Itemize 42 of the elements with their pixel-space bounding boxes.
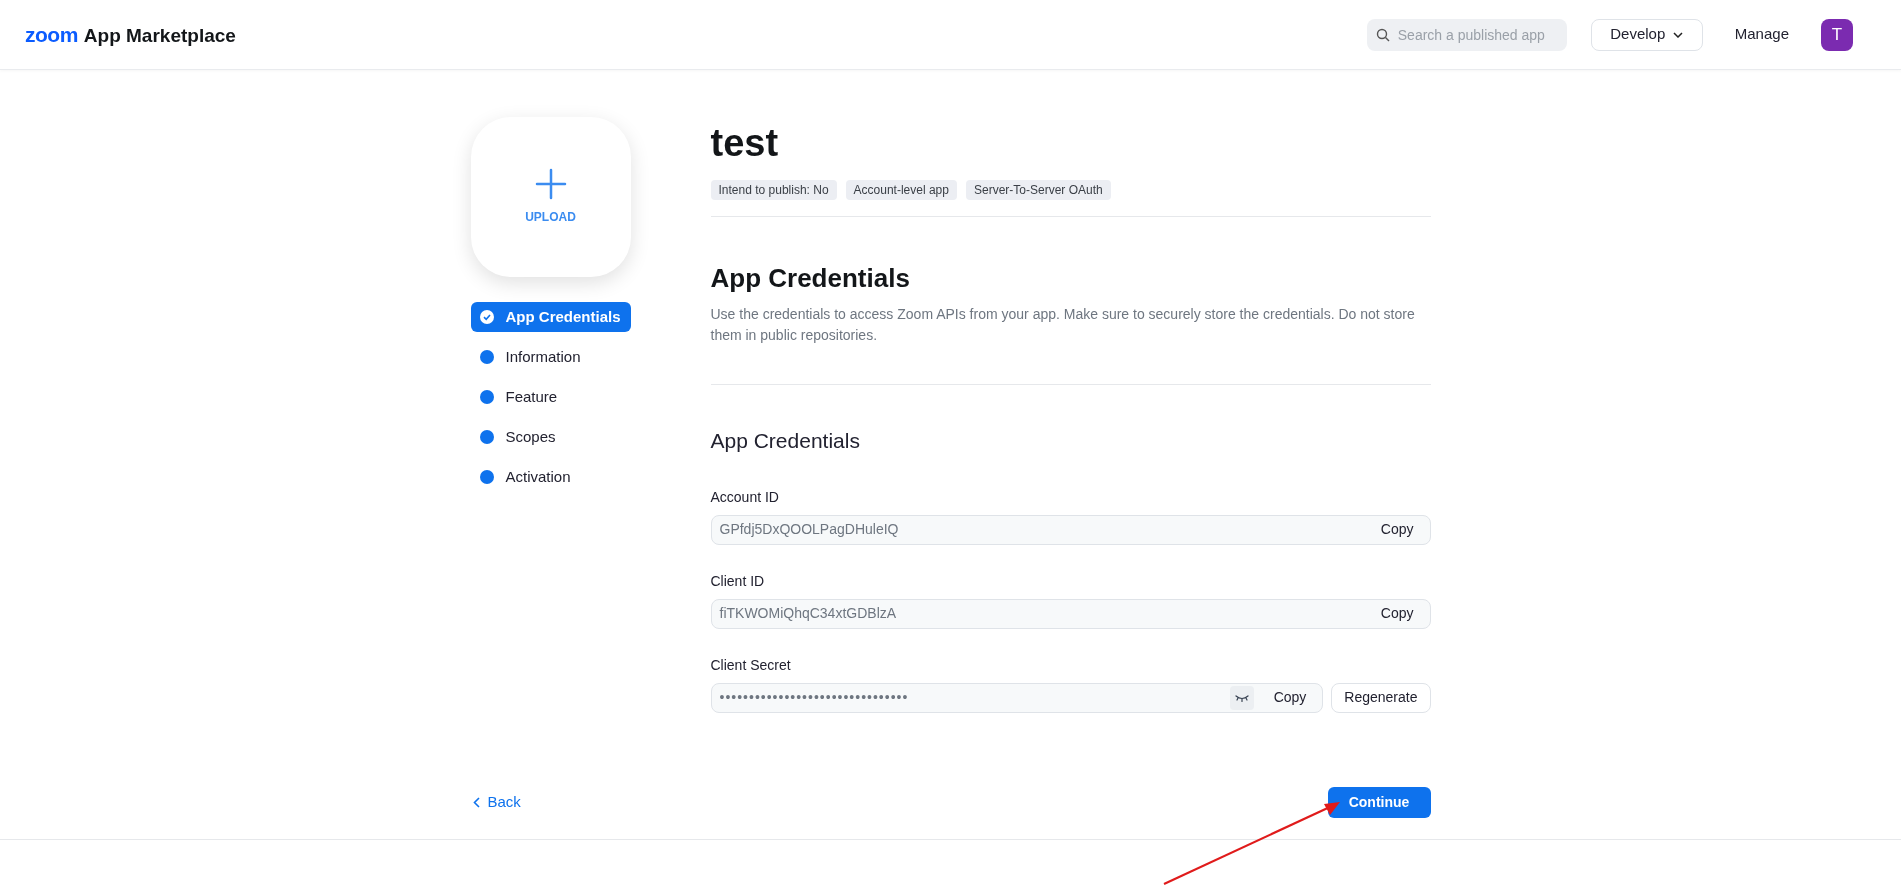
step-dot-icon: [479, 430, 494, 444]
check-circle-icon: [479, 310, 494, 324]
field-label: Account ID: [710, 487, 780, 507]
app-tag: Server-To-Server OAuth: [965, 180, 1111, 200]
app-tag: Account-level app: [845, 180, 957, 200]
copy-button[interactable]: Copy: [1261, 685, 1319, 710]
copy-button[interactable]: Copy: [1368, 517, 1426, 542]
manage-link[interactable]: Manage: [1734, 23, 1789, 46]
step-item[interactable]: Feature: [470, 382, 631, 412]
step-item[interactable]: App Credentials: [470, 302, 631, 332]
field-label: Client ID: [710, 571, 766, 591]
credentials-heading: App Credentials: [710, 428, 861, 454]
continue-button[interactable]: Continue: [1327, 787, 1431, 818]
search-field[interactable]: Search a published app: [1366, 18, 1567, 51]
credential-field[interactable]: GPfdj5DxQOOLPagDHuleIQ Copy: [710, 514, 1431, 545]
step-dot-icon: [479, 350, 494, 364]
product-name[interactable]: App Marketplace: [83, 21, 236, 51]
develop-dropdown[interactable]: Develop: [1590, 18, 1703, 51]
app-name: test: [710, 121, 780, 166]
chevron-left-icon: [472, 797, 480, 808]
step-item[interactable]: Information: [470, 342, 631, 372]
chevron-down-icon: [1673, 31, 1684, 38]
step-dot-icon: [479, 470, 494, 484]
credential-field[interactable]: fiTKWOMiQhqC34xtGDBlzA Copy: [710, 598, 1431, 629]
search-icon: [1375, 27, 1390, 42]
zoom-logo[interactable]: zoom: [25, 18, 78, 51]
app-tag: Intend to publish: No: [710, 180, 837, 200]
step-dot-icon: [479, 390, 494, 404]
field-value: ••••••••••••••••••••••••••••••••: [719, 688, 910, 707]
plus-icon: [534, 168, 567, 200]
field-value: GPfdj5DxQOOLPagDHuleIQ: [719, 520, 900, 539]
user-avatar[interactable]: T: [1821, 18, 1853, 51]
field-label: Client Secret: [710, 655, 792, 675]
back-link[interactable]: Back: [470, 791, 521, 814]
secret-field[interactable]: •••••••••••••••••••••••••••••••• Copy: [710, 682, 1324, 713]
section-description: Use the credentials to access Zoom APIs from your app. Make sure to securely store the credentials. Do not store them in public repositories.: [710, 305, 1416, 345]
section-title: App Credentials: [710, 262, 911, 295]
field-value: fiTKWOMiQhqC34xtGDBlzA: [719, 604, 898, 623]
step-item[interactable]: Activation: [470, 462, 631, 492]
step-item[interactable]: Scopes: [470, 422, 631, 452]
regenerate-button[interactable]: Regenerate: [1331, 682, 1431, 713]
copy-button[interactable]: Copy: [1368, 601, 1426, 626]
